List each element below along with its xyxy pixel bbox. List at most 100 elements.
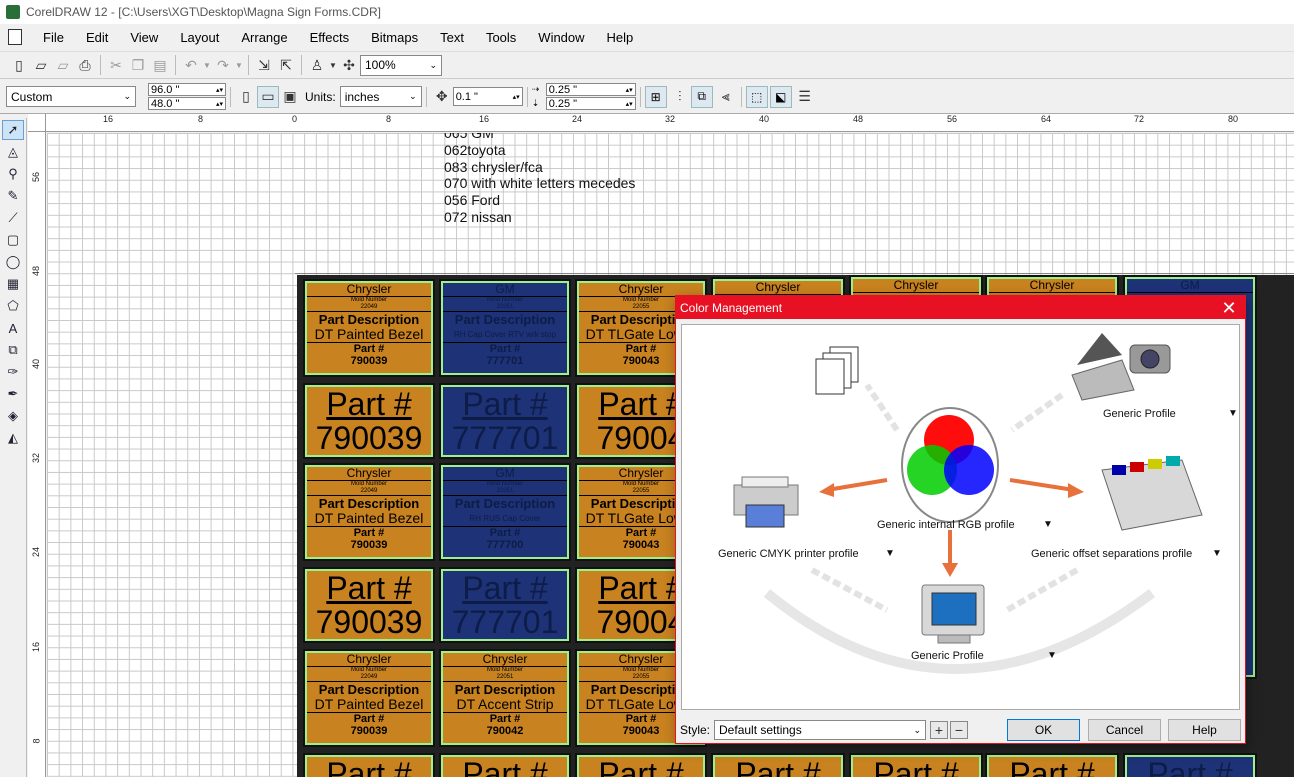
menu-tools[interactable]: Tools <box>475 30 527 45</box>
landscape-icon[interactable]: ▭ <box>257 85 279 108</box>
spin-arrows-icon[interactable]: ▴▾ <box>626 86 633 94</box>
document-icon[interactable] <box>8 29 22 45</box>
dialog-title-bar[interactable]: Color Management ✕ <box>676 296 1245 319</box>
part-number-sign[interactable]: Part # <box>1123 753 1257 777</box>
part-number-sign[interactable]: Part # <box>575 753 707 777</box>
redo-dropdown-icon[interactable]: ▼ <box>234 54 244 76</box>
dynamic-guides-icon[interactable]: ⫷ <box>715 86 737 108</box>
page-width-field[interactable]: 96.0 " ▴▾ <box>148 83 226 96</box>
close-icon[interactable]: ✕ <box>1217 298 1241 318</box>
fill-tool-icon[interactable]: ◈ <box>2 406 24 426</box>
menu-effects[interactable]: Effects <box>299 30 361 45</box>
menu-view[interactable]: View <box>119 30 169 45</box>
smart-fill-tool-icon[interactable]: ⟋ <box>2 208 24 228</box>
print-icon[interactable]: ⎙ <box>74 54 96 76</box>
launcher-dropdown-icon[interactable]: ▼ <box>328 54 338 76</box>
shape-tool-icon[interactable]: ◬ <box>2 142 24 162</box>
part-number-sign[interactable]: Part # <box>985 753 1119 777</box>
redo-icon[interactable]: ↷ <box>212 54 234 76</box>
part-number-sign[interactable]: Part # 777701 <box>439 567 571 643</box>
spin-arrows-icon[interactable]: ▴▾ <box>626 100 633 108</box>
part-number-sign[interactable]: Part # 790039 <box>303 383 435 459</box>
open-icon[interactable]: ▱ <box>30 54 52 76</box>
menu-help[interactable]: Help <box>596 30 645 45</box>
eyedropper-tool-icon[interactable]: ✑ <box>2 362 24 382</box>
export-icon[interactable]: ⇱ <box>275 54 297 76</box>
basic-shapes-tool-icon[interactable]: ⬠ <box>2 296 24 316</box>
zoom-tool-icon[interactable]: ⚲ <box>2 164 24 184</box>
draw-edit-icon[interactable]: ⬕ <box>769 85 792 108</box>
sign-tile[interactable]: Chrysler Mold Number 22049 Part Descript… <box>303 649 435 747</box>
rectangle-tool-icon[interactable]: ▢ <box>2 230 24 250</box>
menu-window[interactable]: Window <box>527 30 595 45</box>
help-button[interactable]: Help <box>1168 719 1241 741</box>
nudge-distance-field[interactable]: 0.1 " ▴▾ <box>452 87 523 106</box>
import-icon[interactable]: ⇲ <box>253 54 275 76</box>
part-number-sign[interactable]: Part # <box>303 753 435 777</box>
input-profile-dropdown-icon[interactable]: ▼ <box>1228 408 1238 419</box>
graph-paper-tool-icon[interactable]: ▦ <box>2 274 24 294</box>
ruler-origin-icon[interactable] <box>28 114 46 132</box>
freehand-tool-icon[interactable]: ✎ <box>2 186 24 206</box>
sign-tile[interactable]: Chrysler Mold Number 22051 Part Descript… <box>439 649 571 747</box>
snap-to-objects-icon[interactable]: ⧉ <box>690 85 713 108</box>
style-select[interactable]: Default settings ⌄ <box>714 720 927 740</box>
snap-to-guidelines-icon[interactable]: ⫶ <box>669 86 691 108</box>
spin-arrows-icon[interactable]: ▴▾ <box>513 93 520 101</box>
sign-tile[interactable]: Chrysler Mold Number 22049 Part Descript… <box>303 279 435 377</box>
cancel-button[interactable]: Cancel <box>1088 719 1161 741</box>
menu-edit[interactable]: Edit <box>75 30 119 45</box>
part-number-sign[interactable]: Part # 790039 <box>303 567 435 643</box>
interactive-fill-tool-icon[interactable]: ◭ <box>2 428 24 448</box>
menu-bitmaps[interactable]: Bitmaps <box>360 30 429 45</box>
cut-icon[interactable]: ✂ <box>105 54 127 76</box>
page-height-field[interactable]: 48.0 " ▴▾ <box>148 97 226 110</box>
sign-tile[interactable]: GM Mold Number 22051 Part Description RH… <box>439 463 571 561</box>
page-size-select[interactable]: Custom ⌄ <box>6 86 136 107</box>
units-select[interactable]: inches ⌄ <box>339 86 422 107</box>
text-tool-icon[interactable]: A <box>2 318 24 338</box>
portrait-icon[interactable]: ▯ <box>235 86 257 108</box>
undo-icon[interactable]: ↶ <box>180 54 202 76</box>
monitor-profile-dropdown-icon[interactable]: ▼ <box>1047 650 1057 661</box>
menu-arrange[interactable]: Arrange <box>230 30 298 45</box>
duplicate-y-field[interactable]: 0.25 " ▴▾ <box>545 97 636 110</box>
options-icon[interactable]: ☰ <box>794 86 816 108</box>
menu-text[interactable]: Text <box>429 30 475 45</box>
application-launcher-icon[interactable]: ♙ <box>306 54 328 76</box>
vertical-ruler[interactable]: 56 48 40 32 24 16 8 <box>28 132 46 777</box>
duplicate-x-field[interactable]: 0.25 " ▴▾ <box>545 83 636 96</box>
horizontal-ruler[interactable]: 16 8 0 8 16 24 32 40 48 56 64 72 80 <box>46 114 1294 132</box>
part-number-sign[interactable]: Part # <box>849 753 983 777</box>
add-style-icon[interactable]: + <box>930 721 949 739</box>
all-pages-icon[interactable]: ▣ <box>279 86 301 108</box>
save-icon[interactable]: ▱ <box>52 54 74 76</box>
menu-layout[interactable]: Layout <box>169 30 230 45</box>
undo-dropdown-icon[interactable]: ▼ <box>202 54 212 76</box>
spin-arrows-icon[interactable]: ▴▾ <box>216 86 223 94</box>
part-number-sign[interactable]: Part # 777701 <box>439 383 571 459</box>
printer-profile-dropdown-icon[interactable]: ▼ <box>885 548 895 559</box>
internal-profile-dropdown-icon[interactable]: ▼ <box>1043 519 1053 530</box>
new-document-icon[interactable]: ▯ <box>8 54 30 76</box>
interactive-blend-tool-icon[interactable]: ⧉ <box>2 340 24 360</box>
part-number-sign[interactable]: Part # <box>711 753 845 777</box>
notes-text[interactable]: 065 GM 062toyota 083 chrysler/fca 070 wi… <box>444 133 635 226</box>
separations-profile-dropdown-icon[interactable]: ▼ <box>1212 548 1222 559</box>
copy-icon[interactable]: ❐ <box>127 54 149 76</box>
part-number-sign[interactable]: Part # <box>439 753 571 777</box>
pick-tool-icon[interactable]: ➚ <box>2 120 24 140</box>
snap-to-grid-icon[interactable]: ⊞ <box>644 85 667 108</box>
paste-icon[interactable]: ▤ <box>149 54 171 76</box>
spin-arrows-icon[interactable]: ▴▾ <box>216 100 223 108</box>
remove-style-icon[interactable]: − <box>950 721 969 739</box>
ellipse-tool-icon[interactable]: ◯ <box>2 252 24 272</box>
ok-button[interactable]: OK <box>1007 719 1080 741</box>
zoom-level-select[interactable]: 100% ⌄ <box>360 54 442 76</box>
sign-tile[interactable]: Chrysler Mold Number 22049 Part Descript… <box>303 463 435 561</box>
menu-file[interactable]: File <box>32 30 75 45</box>
treat-as-filled-icon[interactable]: ⬚ <box>745 85 768 108</box>
corel-online-icon[interactable]: ✣ <box>338 54 360 76</box>
sign-tile[interactable]: GM Mold Number 22051 Part Description RH… <box>439 279 571 377</box>
outline-tool-icon[interactable]: ✒ <box>2 384 24 404</box>
